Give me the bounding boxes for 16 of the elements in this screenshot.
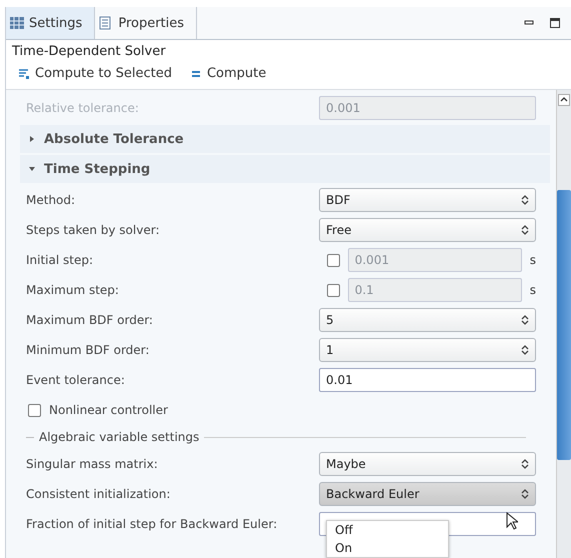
field-label: Initial step:: [26, 253, 94, 267]
field-label: Maximum step:: [26, 283, 120, 297]
field-label: Maximum BDF order:: [26, 313, 154, 327]
panel-title: Time-Dependent Solver: [11, 43, 167, 61]
field-label: Method:: [26, 193, 76, 207]
field-label: Minimum BDF order:: [26, 343, 150, 357]
field-label: Consistent initialization:: [26, 487, 172, 501]
field-label: Relative tolerance:: [26, 101, 140, 115]
field-label: Singular mass matrix:: [26, 457, 159, 471]
unit-label: s: [530, 253, 536, 267]
field-label: Steps taken by solver:: [26, 223, 160, 237]
group-label: Algebraic variable settings: [39, 430, 200, 444]
unit-label: s: [530, 283, 536, 297]
field-label: Event tolerance:: [26, 373, 126, 387]
field-label: Fraction of initial step for Backward Euler:: [26, 517, 278, 531]
checkbox-label: Nonlinear controller: [49, 403, 169, 417]
